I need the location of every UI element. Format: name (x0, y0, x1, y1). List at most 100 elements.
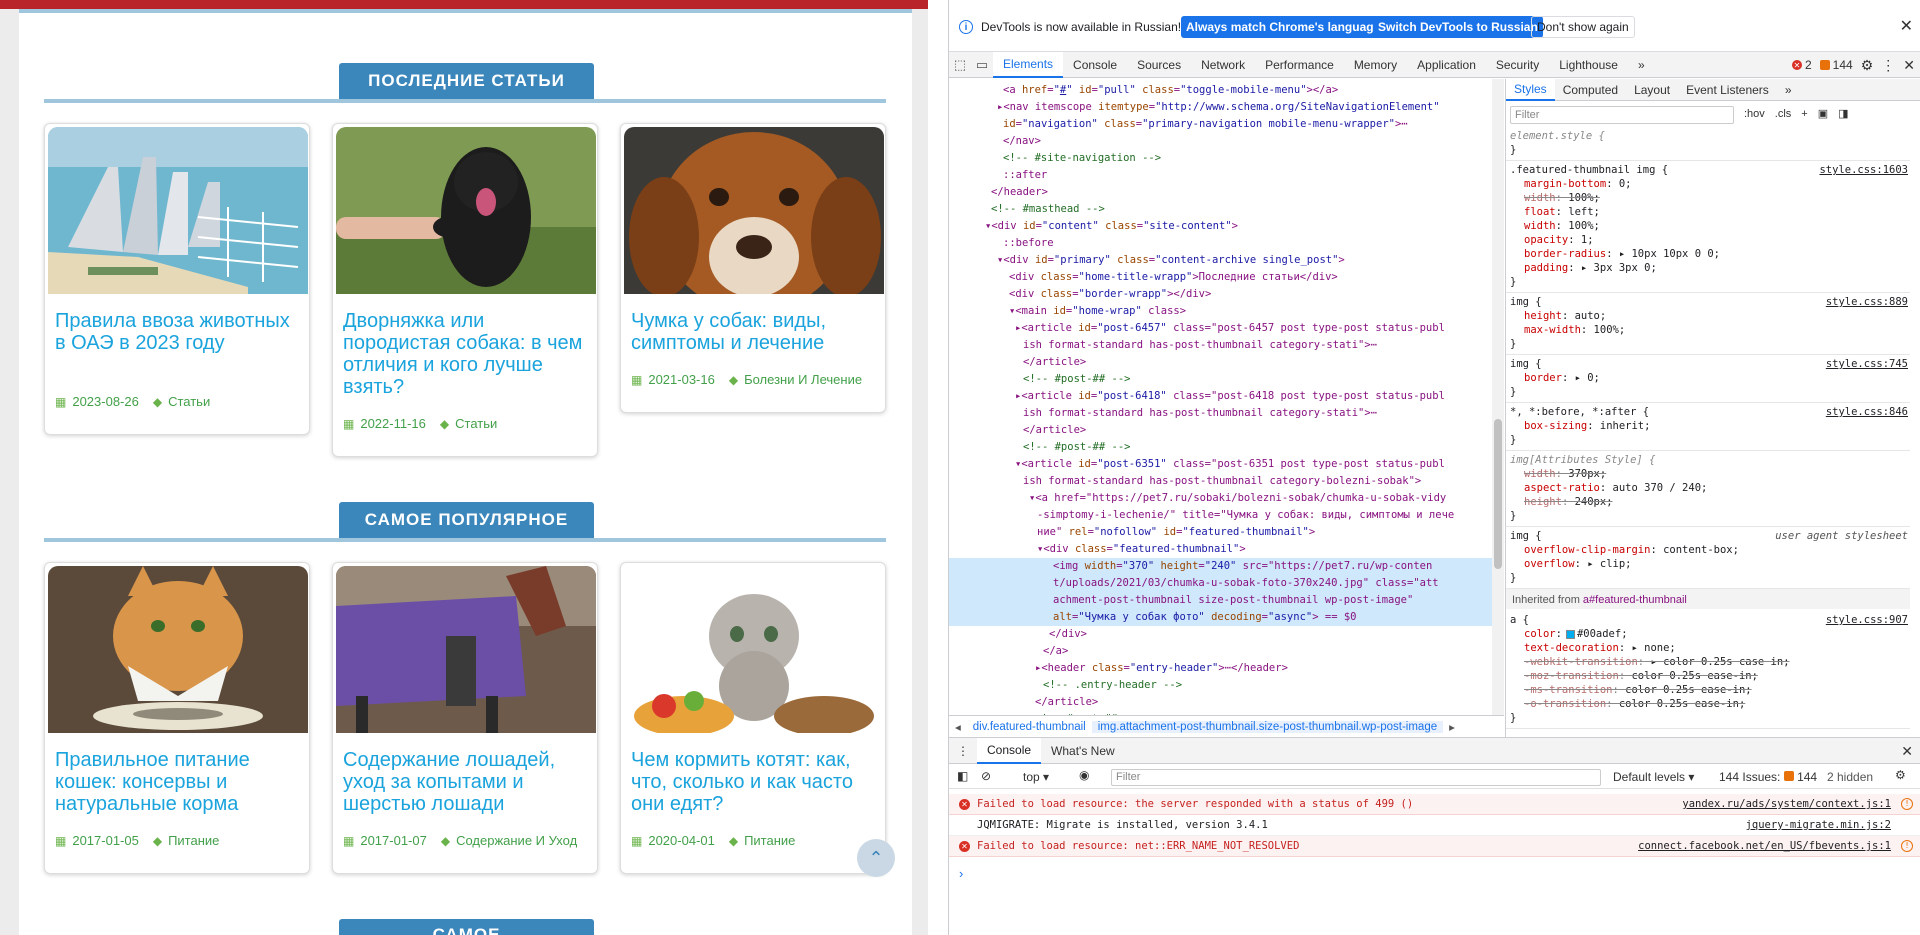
css-declaration[interactable]: -o-transition: color 0.25s ease-in; (1510, 697, 1906, 711)
dom-node-line[interactable]: ▸<article id="post-6418" class="post-641… (949, 388, 1492, 405)
more-options-icon[interactable]: ⋮ (1881, 57, 1895, 74)
drawer-menu-icon[interactable]: ⋮ (949, 738, 977, 764)
tab-console[interactable]: Console (1063, 52, 1127, 78)
article-category-link[interactable]: Болезни И Лечение (744, 372, 862, 387)
article-card[interactable]: Чем кормить котят: как, что, сколько и к… (620, 562, 886, 874)
dom-node-line[interactable]: ish format-standard has-post-thumbnail c… (949, 473, 1492, 490)
css-declaration[interactable]: padding: ▸ 3px 3px 0; (1510, 261, 1906, 275)
error-count-badge[interactable]: ✕ 2 (1791, 58, 1812, 72)
tab-event-listeners[interactable]: Event Listeners (1678, 79, 1777, 101)
article-category-link[interactable]: Статьи (168, 394, 210, 409)
color-swatch[interactable] (1565, 629, 1575, 639)
console-source-link[interactable]: connect.facebook.net/en_US/fbevents.js:1 (1638, 836, 1891, 856)
dom-node-line[interactable]: </a> (949, 643, 1492, 660)
dom-node-line[interactable]: ▸<article id="post-6457" class="post-645… (949, 320, 1492, 337)
elements-tree[interactable]: <a href="#" id="pull" class="toggle-mobi… (949, 79, 1492, 715)
more-tabs-button[interactable]: » (1628, 52, 1655, 78)
breadcrumb-right-arrow-icon[interactable]: ▸ (1443, 720, 1461, 734)
tab-application[interactable]: Application (1407, 52, 1486, 78)
elements-scrollbar[interactable] (1492, 79, 1504, 715)
dom-node-line[interactable]: </header> (949, 184, 1492, 201)
console-prompt[interactable]: › (959, 866, 963, 881)
css-declaration[interactable]: aspect-ratio: auto 370 / 240; (1510, 481, 1906, 495)
dom-node-line[interactable]: <div class="border-wrapp"></div> (949, 286, 1492, 303)
paint-brush-icon[interactable]: ▣ (1818, 107, 1828, 121)
dom-node-line[interactable]: <!-- .entry-header --> (949, 677, 1492, 694)
article-thumbnail-kitten[interactable] (624, 566, 884, 733)
article-thumbnail-beagle[interactable] (624, 127, 884, 294)
article-thumbnail-horse[interactable] (336, 566, 596, 733)
css-declaration[interactable]: height: 240px; (1510, 495, 1906, 509)
close-devtools-icon[interactable]: ✕ (1903, 57, 1915, 74)
css-declaration[interactable]: width: 100%; (1510, 219, 1906, 233)
css-declaration[interactable]: box-sizing: inherit; (1510, 419, 1906, 433)
console-message[interactable]: ✕ Failed to load resource: the server res… (949, 794, 1920, 815)
css-declaration[interactable]: -moz-transition: color 0.25s ease-in; (1510, 669, 1906, 683)
dom-node-line[interactable]: ▾<main id="home-wrap" class> (949, 303, 1492, 320)
dom-node-line[interactable]: <!-- #masthead --> (949, 201, 1492, 218)
css-declaration[interactable]: -ms-transition: color 0.25s ease-in; (1510, 683, 1906, 697)
clear-console-icon[interactable]: ⊘ (981, 769, 991, 783)
console-source-link[interactable]: yandex.ru/ads/system/context.js:1 (1682, 794, 1891, 814)
dom-node-line[interactable]: achment-post-thumbnail size-post-thumbna… (949, 592, 1492, 609)
dom-node-line[interactable]: alt="Чумка у собак фото" decoding="async… (949, 609, 1492, 626)
issues-counter[interactable]: 144 Issues: 144 (1719, 770, 1817, 784)
dont-show-again-button[interactable]: Don't show again (1531, 16, 1635, 38)
styles-filter-input[interactable]: Filter (1510, 106, 1734, 124)
inspect-element-icon[interactable]: ⬚ (949, 52, 971, 78)
sidebar-toggle-icon[interactable]: ◨ (1838, 107, 1848, 121)
dom-node-line[interactable]: ▾<div id="content" class="site-content"> (949, 218, 1492, 235)
log-levels-dropdown[interactable]: Default levels ▾ (1613, 770, 1694, 784)
dom-node-line[interactable]: <!-- #post-## --> (949, 371, 1492, 388)
console-message[interactable]: ✕ Failed to load resource: net::ERR_NAME_… (949, 836, 1920, 857)
drawer-tab-whats-new[interactable]: What's New (1041, 738, 1125, 764)
device-toolbar-icon[interactable]: ▭ (971, 52, 993, 78)
dom-node-line[interactable]: </article> (949, 694, 1492, 711)
console-source-link[interactable]: jquery-migrate.min.js:2 (1746, 815, 1891, 835)
css-declaration[interactable]: max-width: 100%; (1510, 323, 1906, 337)
sidebar-toggle-icon[interactable]: ◧ (957, 769, 968, 783)
dom-node-line[interactable]: <a href="#" id="pull" class="toggle-mobi… (949, 82, 1492, 99)
new-rule-button[interactable]: + (1801, 107, 1807, 121)
article-category-link[interactable]: Статьи (455, 416, 497, 431)
article-category-link[interactable]: Содержание И Уход (456, 833, 577, 848)
dom-node-line[interactable]: t/uploads/2021/03/chumka-u-sobak-foto-37… (949, 575, 1492, 592)
dom-node-line[interactable]: ish format-standard has-post-thumbnail c… (949, 337, 1492, 354)
dom-node-line[interactable]: ::after (949, 167, 1492, 184)
drawer-tab-console[interactable]: Console (977, 737, 1042, 764)
style-rule[interactable]: element.style {} (1506, 127, 1910, 161)
eye-icon[interactable]: ◉ (1079, 768, 1089, 782)
dom-node-line[interactable]: ish format-standard has-post-thumbnail c… (949, 405, 1492, 422)
css-declaration[interactable]: border: ▸ 0; (1510, 371, 1906, 385)
switch-to-russian-button[interactable]: Switch DevTools to Russian (1373, 16, 1543, 38)
css-declaration[interactable]: float: left; (1510, 205, 1906, 219)
dom-node-line[interactable]: </article> (949, 422, 1492, 439)
dom-node-line[interactable]: ▾<div class="featured-thumbnail"> (949, 541, 1492, 558)
style-rule[interactable]: img {style.css:745 border: ▸ 0;} (1506, 355, 1910, 403)
dom-node-line[interactable]: ▾<article id="post-6351" class="post-635… (949, 456, 1492, 473)
dom-node-line[interactable]: <!-- #post-## --> (949, 439, 1492, 456)
scroll-to-top-button[interactable]: ⌃ (857, 839, 895, 877)
tab-styles[interactable]: Styles (1506, 79, 1555, 101)
article-title-link[interactable]: Чумка у собак: виды, симптомы и лечение (631, 310, 881, 354)
dom-node-line[interactable]: </nav> (949, 133, 1492, 150)
close-drawer-icon[interactable]: ✕ (1901, 743, 1913, 760)
css-declaration[interactable]: color: #00adef; (1510, 627, 1906, 641)
tab-elements[interactable]: Elements (993, 51, 1064, 78)
rule-source-link[interactable]: style.css:846 (1826, 405, 1908, 419)
dom-node-line[interactable]: ▸<nav itemscope itemtype="http://www.sch… (949, 99, 1492, 116)
dom-node-line[interactable]: -simptomy-i-lechenie/" title="Чумка у со… (949, 507, 1492, 524)
tab-network[interactable]: Network (1191, 52, 1255, 78)
css-declaration[interactable]: -webkit-transition: ▸ color 0.25s case i… (1510, 655, 1906, 669)
warning-count-badge[interactable]: 144 (1819, 58, 1853, 72)
elements-scrollbar-thumb[interactable] (1494, 419, 1502, 569)
close-infobar-icon[interactable]: ✕ (1900, 16, 1913, 36)
css-declaration[interactable]: opacity: 1; (1510, 233, 1906, 247)
article-title-link[interactable]: Правильное питание кошек: консервы и нат… (55, 749, 305, 815)
article-category-link[interactable]: Питание (744, 833, 795, 848)
breadcrumb-left-arrow-icon[interactable]: ◂ (949, 720, 967, 734)
dom-node-line[interactable]: </div> (949, 626, 1492, 643)
rule-selector[interactable]: element.style { (1510, 129, 1906, 143)
tab-layout[interactable]: Layout (1626, 79, 1678, 101)
dom-node-line[interactable]: <!-- #site-navigation --> (949, 150, 1492, 167)
